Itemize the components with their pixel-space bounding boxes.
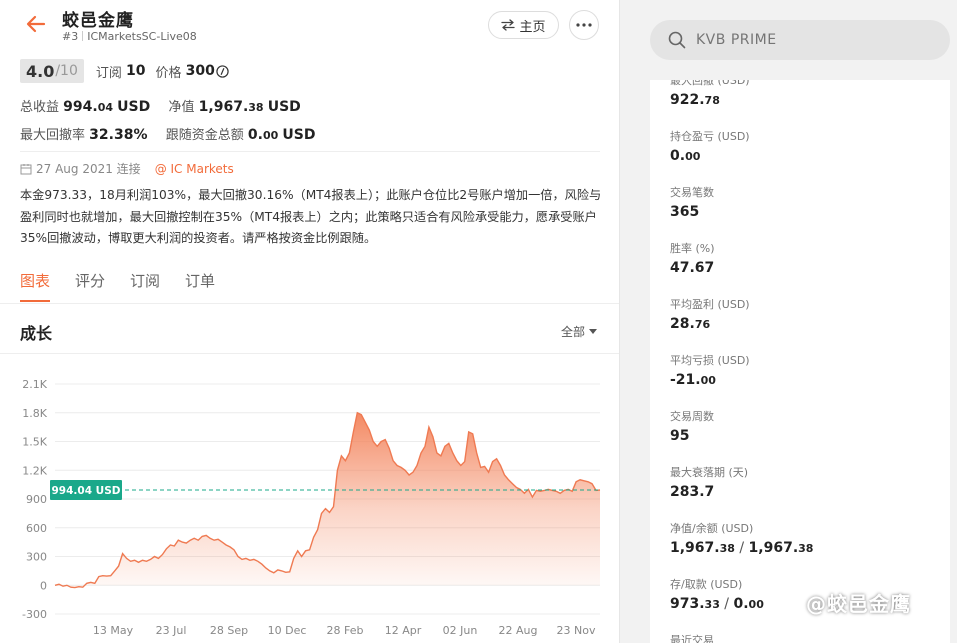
search-bar[interactable] [650, 20, 950, 60]
page-title: 蛟邑金鹰 [62, 11, 134, 31]
tab-bar: 图表 评分 订阅 订单 [20, 270, 240, 302]
range-dropdown[interactable]: 全部 [561, 323, 598, 340]
account-subtitle: #3 ICMarketsSC-Live08 [62, 30, 197, 43]
rating-badge: 4.0/10 [20, 59, 84, 83]
follow-funds-label: 跟随资金总额 [165, 128, 244, 143]
y-tick-label: -300 [22, 608, 47, 621]
stat-value: 95 [670, 428, 690, 444]
stat-value: 283.7 [670, 484, 715, 500]
x-tick-label: 13 May [93, 624, 134, 637]
calendar-icon [20, 163, 32, 174]
rating-max: /10 [55, 63, 78, 79]
more-options-button[interactable] [569, 10, 599, 40]
stats-panel: 最大回撤 (USD) 922.78 持仓盈亏 (USD) 0.00 交易笔数 365 胜率 … [650, 80, 950, 643]
coin-icon [216, 64, 229, 78]
stat-value: 47.67 [670, 260, 715, 276]
swap-icon [501, 19, 516, 31]
equity-label: 净值 [168, 100, 195, 115]
x-tick-label: 12 Apr [385, 624, 422, 637]
stat-value: 365 [670, 204, 700, 220]
tab-chart[interactable]: 图表 [20, 270, 51, 302]
tab-orders[interactable]: 订单 [185, 270, 215, 302]
total-profit-label: 总收益 [20, 100, 60, 115]
connection-row: 27 Aug 2021 连接 @ IC Markets [20, 160, 234, 177]
broker-link[interactable]: @ IC Markets [155, 162, 234, 176]
stat-label: 交易周数 [670, 410, 714, 423]
x-tick-label: 10 Dec [268, 624, 307, 637]
y-tick-label: 2.1K [22, 378, 47, 391]
follow-funds-value: 0.00 [247, 127, 279, 143]
tab-subscriptions[interactable]: 订阅 [130, 270, 160, 302]
current-value-label: 994.04 USD [52, 485, 121, 497]
x-tick-label: 28 Feb [327, 624, 364, 637]
back-arrow-icon[interactable] [24, 12, 48, 36]
follow-funds-unit: USD [282, 127, 316, 143]
total-profit-unit: USD [117, 99, 151, 115]
stat-value: 1,967.38 / 1,967.38 [670, 540, 814, 556]
home-button-label: 主页 [519, 19, 546, 35]
profit-row: 总收益 994.04 USD 净值 1,967.38 USD [20, 96, 301, 115]
y-tick-label: 1.2K [22, 464, 47, 477]
divider [20, 151, 600, 152]
y-tick-label: 0 [40, 579, 47, 592]
tab-ratings[interactable]: 评分 [75, 270, 105, 302]
rating-row: 4.0/10 订阅 10 价格 300 [20, 59, 229, 83]
stat-value: 973.33 / 0.00 [670, 596, 764, 612]
y-tick-label: 900 [26, 493, 47, 506]
equity-value: 1,967.38 [198, 99, 264, 115]
more-dots-icon [576, 23, 592, 27]
header: 蛟邑金鹰 #3 ICMarketsSC-Live08 主页 [0, 0, 619, 50]
strategy-description: 本金973.33，18月利润103%，最大回撤30.16%（MT4报表上）；此账… [20, 188, 602, 245]
x-tick-label: 02 Jun [443, 624, 478, 637]
y-tick-label: 1.8K [22, 407, 47, 420]
divider [0, 353, 619, 354]
x-tick-label: 28 Sep [210, 624, 248, 637]
stat-label: 净值/余额 (USD) [670, 522, 754, 535]
strategy-panel: 蛟邑金鹰 #3 ICMarketsSC-Live08 主页 4.0/10 订阅 1… [0, 0, 620, 643]
rating-value: 4.0 [26, 61, 55, 81]
stat-value: 922.78 [670, 92, 720, 108]
x-tick-label: 23 Jul [156, 624, 187, 637]
x-tick-label: 23 Nov [557, 624, 596, 637]
drawdown-row: 最大回撤率 32.38% 跟随资金总额 0.00 USD [20, 124, 316, 143]
stat-label: 平均盈利 (USD) [670, 298, 750, 311]
home-button[interactable]: 主页 [488, 11, 559, 39]
total-profit-value: 994.04 [63, 99, 114, 115]
price-label: 价格 [155, 65, 182, 81]
equity-unit: USD [267, 99, 301, 115]
x-tick-label: 22 Aug [499, 624, 538, 637]
max-drawdown-label: 最大回撤率 [20, 128, 86, 143]
stat-label: 持仓盈亏 (USD) [670, 130, 750, 143]
sidebar: 最大回撤 (USD) 922.78 持仓盈亏 (USD) 0.00 交易笔数 365 胜率 … [620, 0, 957, 643]
stat-value: -21.00 [670, 372, 716, 388]
stat-value: 28.76 [670, 316, 711, 332]
price-value: 300 [185, 63, 215, 79]
max-drawdown-value: 32.38% [89, 127, 148, 143]
divider [0, 303, 619, 304]
stat-label: 交易笔数 [670, 186, 714, 199]
subscriptions-value: 10 [126, 63, 146, 79]
stat-label: 最大衰落期 (天) [670, 466, 749, 479]
watermark: @蛟邑金鹰 [806, 592, 911, 616]
y-tick-label: 1.5K [22, 436, 47, 449]
stat-label: 平均亏损 (USD) [670, 354, 750, 367]
search-input[interactable] [696, 32, 926, 48]
stat-label: 最近交易 [670, 634, 714, 643]
section-title: 成长 [20, 324, 53, 343]
stat-label: 存/取款 (USD) [670, 578, 743, 591]
connected-date: 27 Aug 2021 连接 [36, 162, 141, 176]
separator [82, 31, 84, 41]
growth-chart: -300 0 300 600 900 1.2K 1.5K 1.8K 2.1K 994.04 USD… [22, 378, 601, 637]
subscriptions-label: 订阅 [95, 65, 122, 81]
rank-label: #3 [62, 30, 79, 43]
stat-value: 0.00 [670, 148, 701, 164]
account-server: ICMarketsSC-Live08 [87, 30, 197, 43]
caret-down-icon [589, 329, 598, 334]
stat-label: 最大回撤 (USD) [670, 80, 750, 87]
search-icon [668, 31, 686, 49]
range-label: 全部 [561, 325, 586, 339]
y-tick-label: 300 [26, 551, 47, 564]
y-tick-label: 600 [26, 522, 47, 535]
stat-label: 胜率 (%) [670, 242, 715, 255]
